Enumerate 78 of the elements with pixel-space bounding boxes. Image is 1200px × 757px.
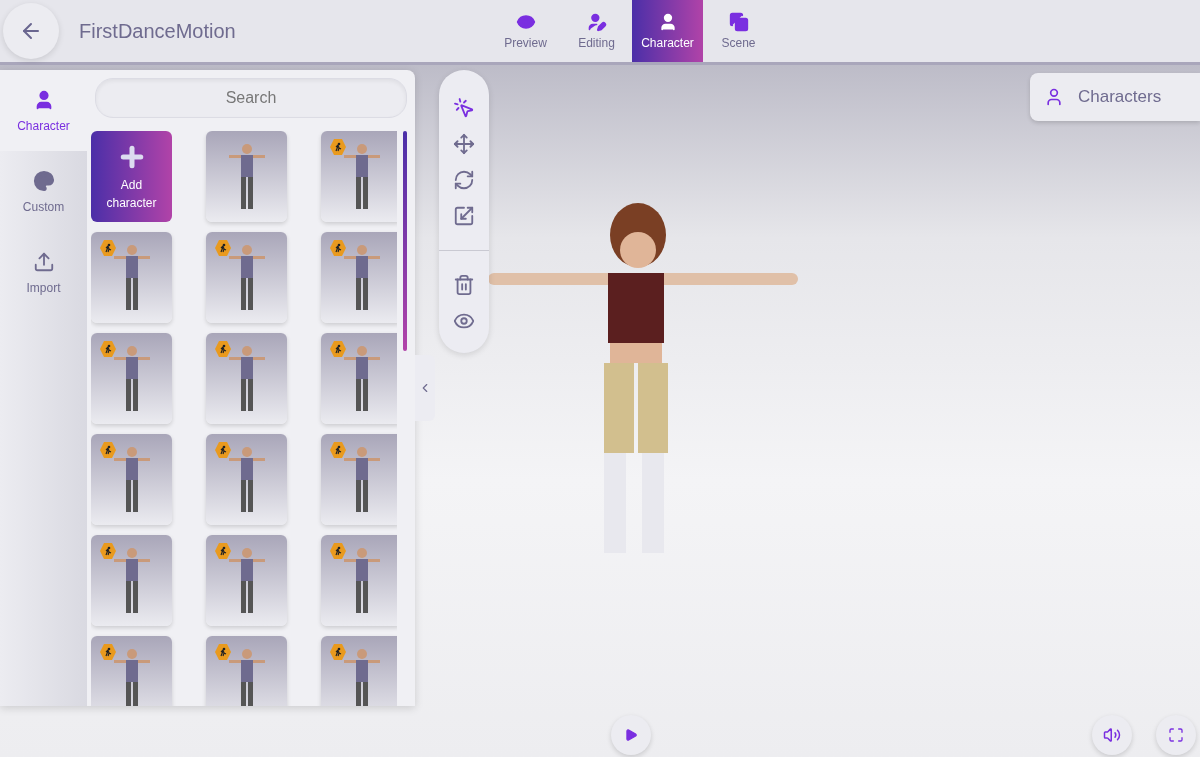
mode-tab[interactable]: Editing [561,0,632,62]
user-edit-icon [586,12,607,32]
character-figure-drawing [111,242,152,313]
rotate-icon [453,169,475,191]
character-figure-drawing [226,141,267,212]
character-figure-drawing [341,242,382,313]
character-card[interactable] [206,636,287,706]
sidebar-tab[interactable]: Custom [0,151,87,232]
character-figure-drawing [111,444,152,515]
delete-icon [453,274,475,296]
character-figure-drawing [226,545,267,616]
volume-icon [1103,726,1121,744]
character-card[interactable] [206,333,287,424]
character-figure-drawing [111,545,152,616]
mode-tab[interactable]: Preview [490,0,561,62]
premium-badge-icon [215,543,231,559]
character-card[interactable] [321,333,397,424]
mode-tab[interactable]: Scene [703,0,774,62]
character-figure-drawing [341,646,382,706]
premium-badge-icon [215,240,231,256]
select-icon [453,97,475,119]
layers-icon [728,12,749,32]
character-figure-drawing [111,646,152,706]
premium-badge-icon [100,442,116,458]
fullscreen-icon [1168,727,1184,743]
character-card[interactable] [91,535,172,626]
sidebar-tab[interactable]: Import [0,232,87,313]
character-figure-drawing [226,646,267,706]
fullscreen-button[interactable] [1156,715,1196,755]
premium-badge-icon [100,644,116,660]
scrollbar[interactable] [403,131,407,351]
character-figure-drawing [341,343,382,414]
character-figure-drawing [226,242,267,313]
user-icon [1044,87,1064,107]
move-icon [453,133,475,155]
back-button[interactable] [3,3,59,59]
play-icon [624,728,638,742]
character-figure-drawing [226,343,267,414]
character-figure-drawing [341,545,382,616]
character-card[interactable] [206,434,287,525]
character-figure-drawing [226,444,267,515]
character-figure-drawing [111,343,152,414]
premium-badge-icon [330,341,346,357]
premium-badge-icon [100,543,116,559]
scale-icon [453,205,475,227]
upload-icon [32,250,55,273]
character-card[interactable] [91,636,172,706]
add-character-button[interactable]: Add character [91,131,172,222]
project-title: FirstDanceMotion [79,19,236,43]
character-card[interactable] [321,636,397,706]
premium-badge-icon [215,442,231,458]
premium-badge-icon [330,644,346,660]
character-card[interactable] [321,131,397,222]
character-card[interactable] [91,232,172,323]
character-card[interactable] [91,333,172,424]
premium-badge-icon [215,644,231,660]
volume-button[interactable] [1092,715,1132,755]
mode-tab[interactable]: Character [632,0,703,62]
character-figure-drawing [341,141,382,212]
premium-badge-icon [330,240,346,256]
play-button[interactable] [611,715,651,755]
character-figure-drawing [341,444,382,515]
character-card[interactable] [206,131,287,222]
premium-badge-icon [330,139,346,155]
premium-badge-icon [100,341,116,357]
sidebar-tab[interactable]: Character [0,70,87,151]
character-card[interactable] [91,434,172,525]
character-card[interactable] [321,232,397,323]
character-card[interactable] [206,535,287,626]
premium-badge-icon [330,442,346,458]
premium-badge-icon [100,240,116,256]
character-card[interactable] [321,535,397,626]
premium-badge-icon [330,543,346,559]
characters-button[interactable]: Characters [1030,73,1200,121]
character-card[interactable] [321,434,397,525]
search-field[interactable]: Search [95,78,407,118]
character-card[interactable] [206,232,287,323]
premium-badge-icon [215,341,231,357]
